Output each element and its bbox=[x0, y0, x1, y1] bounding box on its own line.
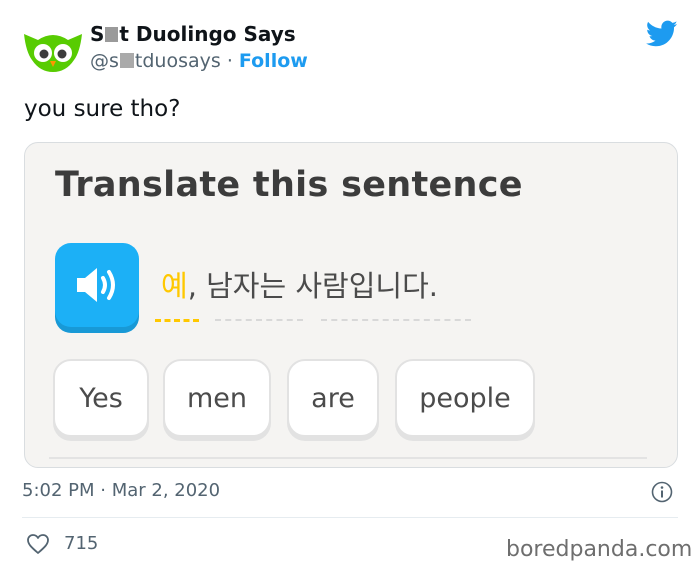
word-underline-highlight bbox=[155, 319, 199, 322]
censor-block bbox=[105, 27, 119, 42]
word-chip-people[interactable]: people bbox=[395, 359, 535, 437]
word-underline bbox=[215, 319, 303, 321]
owl-avatar-icon[interactable] bbox=[22, 24, 84, 74]
author-handle-start[interactable]: @s bbox=[90, 50, 119, 72]
heart-icon[interactable] bbox=[26, 533, 50, 555]
word-chip-yes[interactable]: Yes bbox=[53, 359, 149, 437]
author-handle-row: @s tduosays · Follow bbox=[90, 50, 308, 72]
tweet-image[interactable]: Translate this sentence 예, 남자는 사람입니다. Ye… bbox=[24, 142, 678, 468]
author-name-end: t Duolingo Says bbox=[119, 22, 296, 46]
tweet-text: you sure tho? bbox=[24, 96, 181, 122]
divider bbox=[22, 517, 678, 518]
tweet-timestamp[interactable]: 5:02 PM · Mar 2, 2020 bbox=[22, 480, 220, 501]
word-chip-men[interactable]: men bbox=[163, 359, 271, 437]
twitter-bird-icon[interactable] bbox=[645, 20, 678, 48]
word-underline bbox=[321, 319, 471, 321]
author-name-start: S bbox=[90, 22, 105, 46]
speaker-icon bbox=[77, 268, 115, 302]
author-name[interactable]: St Duolingo Says bbox=[90, 22, 296, 46]
exercise-title: Translate this sentence bbox=[55, 165, 523, 205]
speaker-button[interactable] bbox=[55, 243, 139, 327]
highlighted-word[interactable]: 예 bbox=[161, 269, 188, 303]
sentence-rest: , 남자는 사람입니다. bbox=[187, 269, 439, 303]
korean-sentence: 예, 남자는 사람입니다. bbox=[161, 263, 438, 305]
info-icon[interactable] bbox=[651, 481, 673, 503]
watermark: boredpanda.com bbox=[506, 537, 693, 562]
word-chip-are[interactable]: are bbox=[287, 359, 379, 437]
follow-button[interactable]: Follow bbox=[239, 50, 308, 72]
separator-dot: · bbox=[226, 50, 233, 72]
card-divider bbox=[49, 457, 647, 459]
like-count: 715 bbox=[64, 533, 99, 554]
author-handle-end[interactable]: tduosays bbox=[135, 50, 221, 72]
censor-block bbox=[119, 53, 134, 68]
